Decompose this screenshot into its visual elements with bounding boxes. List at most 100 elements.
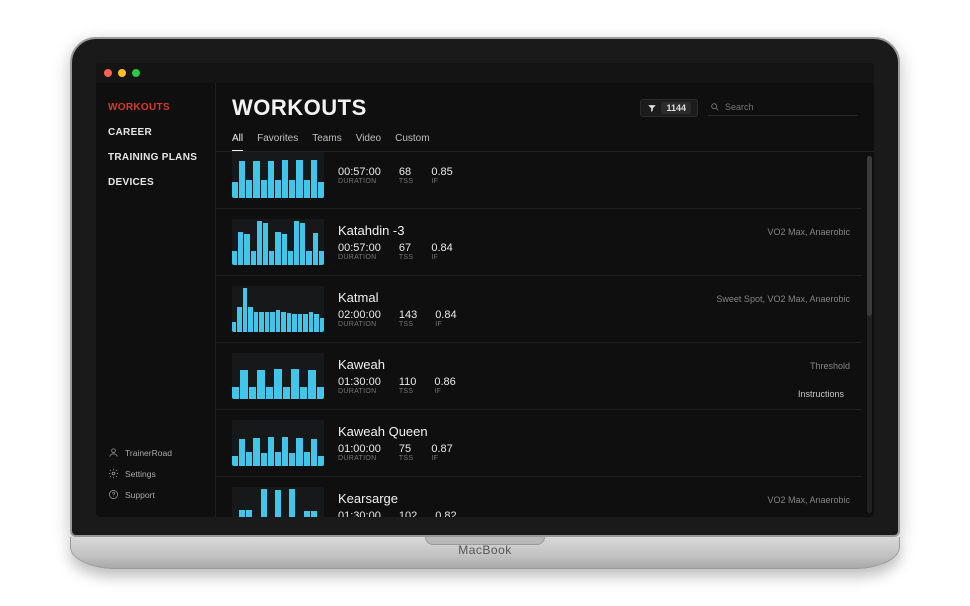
workout-row[interactable]: InstructionsKearsargeVO2 Max, Anaerobic0…	[216, 477, 862, 517]
main-header: WORKOUTS 1144 All F	[216, 83, 874, 152]
stat-if-label: IF	[431, 455, 452, 462]
workout-meta: KatmalSweet Spot, VO2 Max, Anaerobic02:0…	[338, 286, 850, 332]
sidebar-item-career[interactable]: CAREER	[108, 120, 203, 145]
stat-duration: 01:30:00DURATION	[338, 510, 381, 517]
stat-tss-value: 75	[399, 443, 414, 455]
workout-row[interactable]: Katahdin -3VO2 Max, Anaerobic00:57:00DUR…	[216, 209, 862, 276]
workout-row[interactable]: 00:57:00DURATION 68TSS 0.85IF	[216, 152, 862, 209]
stat-if-value: 0.86	[434, 376, 455, 388]
help-icon	[108, 489, 119, 500]
stat-tss: 67TSS	[399, 242, 414, 261]
sidebar-support[interactable]: Support	[108, 484, 203, 505]
stat-if-label: IF	[431, 254, 452, 261]
stat-if-label: IF	[435, 321, 456, 328]
stat-if-label: IF	[434, 388, 455, 395]
workout-tags: VO2 Max, Anaerobic	[767, 495, 850, 505]
workout-meta: KearsargeVO2 Max, Anaerobic 01:30:00DURAT…	[338, 487, 850, 517]
stat-if: 0.87IF	[431, 443, 452, 462]
tab-bar: All Favorites Teams Video Custom	[232, 129, 858, 152]
window-zoom-icon[interactable]	[132, 69, 140, 77]
scroll-thumb[interactable]	[867, 156, 872, 316]
sidebar-footer: TrainerRoad Settings Support	[108, 442, 203, 505]
stat-tss: 110TSS	[399, 376, 417, 395]
sidebar-item-workouts[interactable]: WORKOUTS	[108, 95, 203, 120]
workout-row[interactable]: KatmalSweet Spot, VO2 Max, Anaerobic02:0…	[216, 276, 862, 343]
stat-tss-value: 68	[399, 166, 414, 178]
stat-tss-value: 110	[399, 376, 417, 388]
stat-duration: 01:30:00DURATION	[338, 376, 381, 395]
stat-duration-label: DURATION	[338, 321, 381, 328]
workout-thumbnail	[232, 487, 324, 517]
sidebar-settings[interactable]: Settings	[108, 463, 203, 484]
workout-thumbnail	[232, 353, 324, 399]
stat-if-value: 0.84	[435, 309, 456, 321]
stat-duration-value: 00:57:00	[338, 242, 381, 254]
sidebar-settings-label: Settings	[125, 469, 156, 479]
stat-if: 0.86IF	[434, 376, 455, 395]
laptop-base: MacBook	[70, 537, 900, 569]
stat-if: 0.82IF	[435, 510, 456, 517]
stat-duration-value: 02:00:00	[338, 309, 381, 321]
stat-tss: 102TSS	[399, 510, 417, 517]
app-screen: WORKOUTS CAREER TRAINING PLANS DEVICES T…	[96, 63, 874, 517]
stat-tss: 143TSS	[399, 309, 417, 328]
workout-meta: 00:57:00DURATION 68TSS 0.85IF	[338, 152, 850, 198]
stat-duration-value: 00:57:00	[338, 166, 381, 178]
workout-row[interactable]: Instructions KaweahThreshold 01:30:00DURAT…	[216, 343, 862, 410]
stat-if-label: IF	[431, 178, 452, 185]
stat-tss-value: 67	[399, 242, 414, 254]
search-box[interactable]	[708, 100, 858, 116]
workout-row[interactable]: Kaweah Queen01:00:00DURATION75TSS0.87IF	[216, 410, 862, 477]
sidebar-item-devices[interactable]: DEVICES	[108, 170, 203, 195]
stat-tss-value: 102	[399, 510, 417, 517]
workout-title: Kaweah Queen	[338, 424, 850, 439]
filter-icon	[647, 103, 657, 113]
laptop-logo: MacBook	[458, 543, 512, 557]
tab-favorites[interactable]: Favorites	[257, 129, 298, 152]
stat-duration-value: 01:30:00	[338, 510, 381, 517]
stat-duration-label: DURATION	[338, 178, 381, 185]
tab-custom[interactable]: Custom	[395, 129, 429, 152]
stat-if-value: 0.85	[431, 166, 452, 178]
workout-title: Katahdin -3	[338, 223, 767, 238]
filter-count: 1144	[661, 102, 691, 114]
sidebar-user-label: TrainerRoad	[125, 448, 172, 458]
workout-meta: KaweahThreshold 01:30:00DURATION 110TSS 0.8…	[338, 353, 850, 399]
filter-button[interactable]: 1144	[640, 99, 698, 117]
stat-if-value: 0.84	[431, 242, 452, 254]
workout-tags: Threshold	[810, 361, 850, 371]
stat-duration: 01:00:00DURATION	[338, 443, 381, 462]
stat-tss-label: TSS	[399, 178, 414, 185]
workout-thumbnail	[232, 219, 324, 265]
stat-duration: 02:00:00DURATION	[338, 309, 381, 328]
sidebar-user[interactable]: TrainerRoad	[108, 442, 203, 463]
tab-video[interactable]: Video	[356, 129, 381, 152]
scrollbar[interactable]	[867, 156, 872, 513]
search-input[interactable]	[725, 102, 856, 112]
laptop-frame: WORKOUTS CAREER TRAINING PLANS DEVICES T…	[70, 37, 900, 569]
stat-if-value: 0.82	[435, 510, 456, 517]
stat-tss: 68TSS	[399, 166, 414, 185]
workout-list: 00:57:00DURATION68TSS0.85IFKatahdin -3VO…	[216, 151, 874, 517]
stat-if: 0.84IF	[435, 309, 456, 328]
page-title: WORKOUTS	[232, 95, 640, 121]
stat-duration: 00:57:00DURATION	[338, 242, 381, 261]
gear-icon	[108, 468, 119, 479]
tab-all[interactable]: All	[232, 129, 243, 152]
window-minimize-icon[interactable]	[118, 69, 126, 77]
sidebar-support-label: Support	[125, 490, 155, 500]
sidebar-item-training-plans[interactable]: TRAINING PLANS	[108, 145, 203, 170]
main-panel: WORKOUTS 1144 All F	[216, 83, 874, 517]
workout-title: Kaweah	[338, 357, 810, 372]
stat-tss-label: TSS	[399, 321, 417, 328]
workout-title: Kearsarge	[338, 491, 767, 506]
window-close-icon[interactable]	[104, 69, 112, 77]
stat-if-value: 0.87	[431, 443, 452, 455]
workout-meta: Kaweah Queen01:00:00DURATION75TSS0.87IF	[338, 420, 850, 466]
sidebar: WORKOUTS CAREER TRAINING PLANS DEVICES T…	[96, 83, 216, 517]
stat-tss-label: TSS	[399, 254, 414, 261]
stat-duration-value: 01:30:00	[338, 376, 381, 388]
instructions-link[interactable]: Instructions	[798, 389, 844, 399]
workout-tags: Sweet Spot, VO2 Max, Anaerobic	[716, 294, 850, 304]
tab-teams[interactable]: Teams	[312, 129, 341, 152]
